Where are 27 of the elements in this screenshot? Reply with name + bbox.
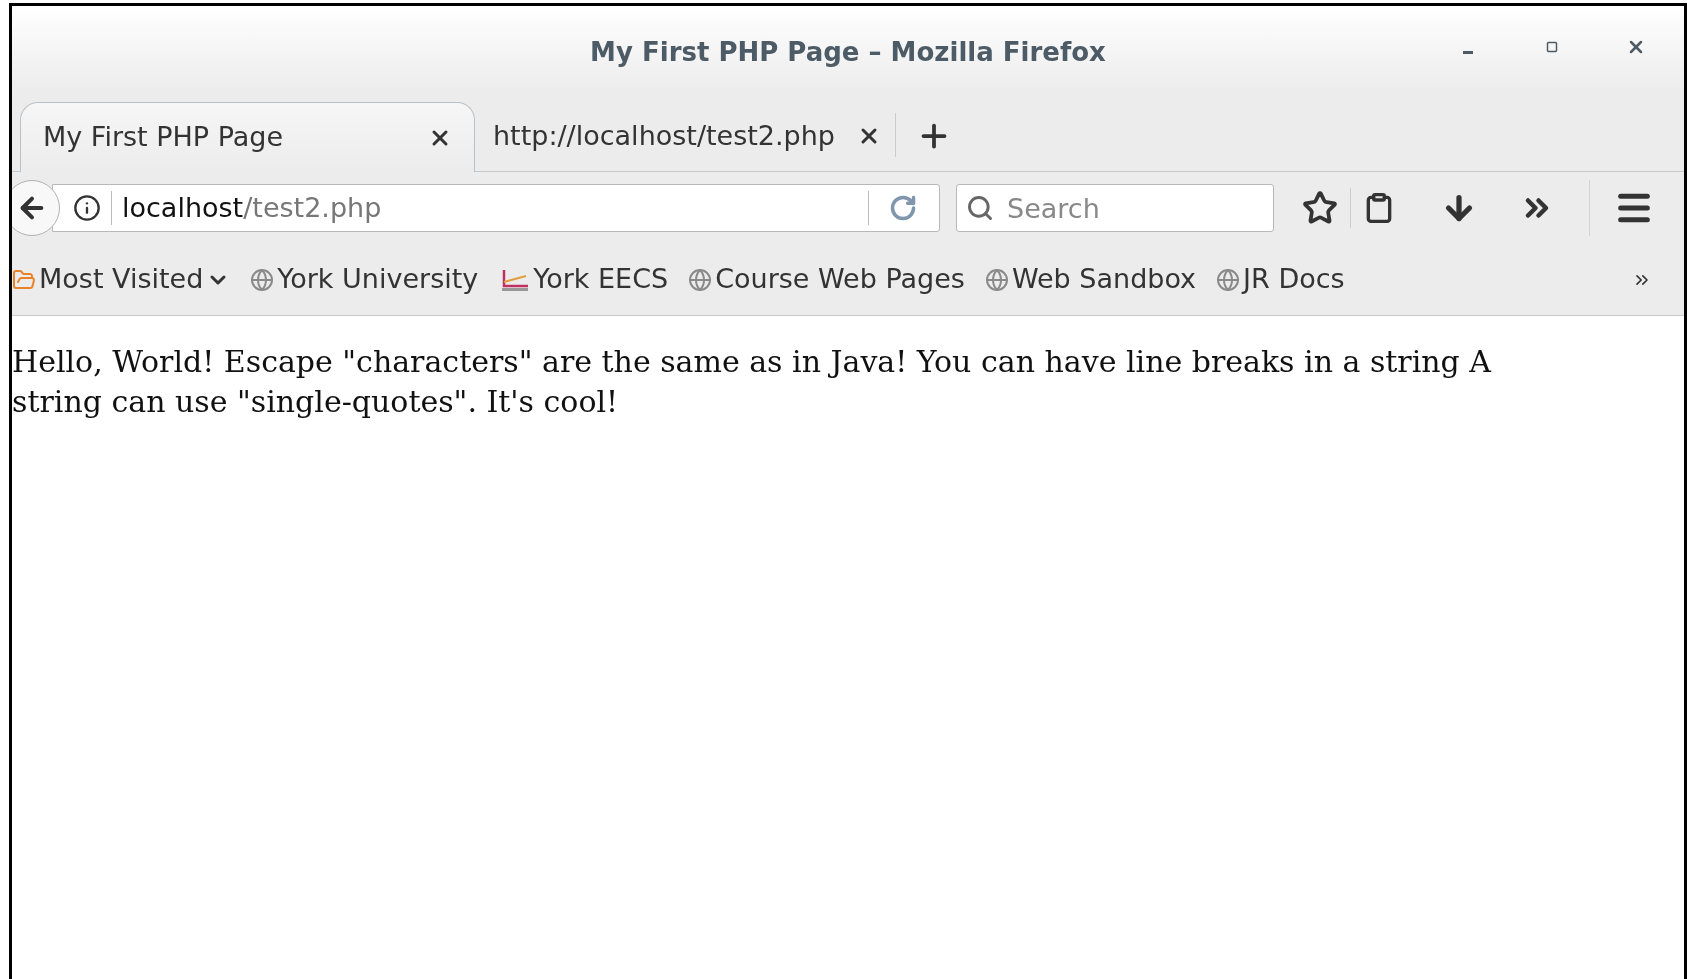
bookmark-item[interactable]: Web Sandbox [984, 259, 1197, 300]
browser-tab[interactable]: My First PHP Page [20, 102, 475, 172]
globe-icon [1216, 267, 1241, 292]
minimize-icon [1463, 50, 1473, 54]
back-button[interactable] [12, 180, 60, 236]
folder-icon [12, 267, 36, 292]
globe-icon [984, 267, 1009, 292]
reload-icon[interactable] [889, 194, 917, 222]
info-icon [73, 194, 101, 222]
bookmark-item[interactable]: York EECS [498, 259, 669, 300]
star-icon[interactable] [1302, 190, 1338, 226]
globe-icon [250, 267, 275, 292]
maximize-icon [1546, 41, 1558, 53]
bookmark-item[interactable]: JR Docs [1216, 259, 1345, 300]
bookmark-item[interactable]: York University [250, 259, 479, 300]
search-icon [966, 194, 994, 222]
address-field[interactable]: localhost/test2.php [52, 184, 940, 232]
bookmark-item[interactable]: Most Visited [12, 259, 231, 300]
window-title: My First PHP Page – Mozilla Firefox [589, 35, 1107, 69]
tab-title: http://localhost/test2.php [493, 118, 835, 153]
url-text: localhost/test2.php [122, 190, 382, 225]
bookmark-item[interactable]: Course Web Pages [688, 259, 965, 300]
page-text: Hello, World! Escape "characters" are the same as in Java! You can have line breaks in a string A string can use "single-quotes". It's cool! [12, 343, 1493, 421]
browser-tab[interactable]: http://localhost/test2.php [475, 101, 891, 171]
tab-title: My First PHP Page [43, 120, 284, 155]
globe-icon [688, 267, 713, 292]
search-field[interactable]: Search [956, 184, 1274, 232]
